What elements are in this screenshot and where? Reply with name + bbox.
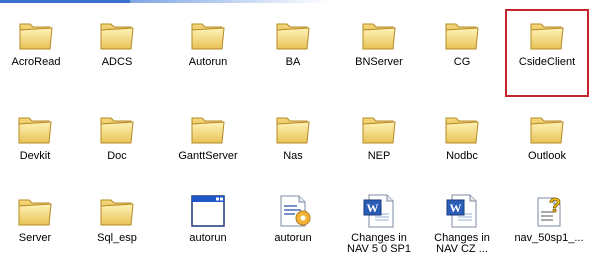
item-label: NEP — [367, 150, 391, 162]
item-label: Devkit — [19, 150, 51, 162]
window-top-strip — [0, 0, 130, 3]
item-label: autorun — [274, 232, 312, 244]
folder-icon — [359, 110, 399, 148]
folder-item-outlook[interactable]: Outlook — [504, 110, 589, 162]
file-item-changes-nav-5-0-sp1[interactable]: Changes in NAV 5 0 SP1 — [336, 192, 422, 255]
folder-icon — [15, 110, 55, 148]
item-label: Doc — [107, 150, 127, 162]
folder-item-sql-esp[interactable]: Sql_esp — [74, 192, 160, 244]
item-label: BNServer — [355, 56, 403, 68]
file-item-nav-50sp1[interactable]: nav_50sp1_... — [506, 192, 589, 244]
folder-item-cg[interactable]: CG — [419, 16, 505, 68]
setup-info-icon — [273, 192, 313, 230]
folder-icon — [273, 16, 313, 54]
folder-item-server[interactable]: Server — [0, 192, 78, 244]
folder-icon — [97, 110, 137, 148]
folder-item-autorun[interactable]: Autorun — [165, 16, 251, 68]
folder-item-devkit[interactable]: Devkit — [0, 110, 78, 162]
highlight-box — [505, 9, 589, 97]
folder-icon — [16, 16, 56, 54]
item-label: autorun — [189, 232, 227, 244]
folder-icon — [442, 16, 482, 54]
folder-icon — [15, 192, 55, 230]
folder-item-nodbc[interactable]: Nodbc — [419, 110, 505, 162]
folder-item-bnserver[interactable]: BNServer — [336, 16, 422, 68]
item-label: Server — [18, 232, 52, 244]
folder-icon — [527, 110, 567, 148]
folder-icon — [97, 192, 137, 230]
word-document-icon — [359, 192, 399, 230]
item-label: nav_50sp1_... — [514, 232, 584, 244]
item-label: BA — [285, 56, 301, 68]
folder-item-adcs[interactable]: ADCS — [74, 16, 160, 68]
folder-icon — [188, 16, 228, 54]
item-label: Nodbc — [446, 150, 478, 162]
item-label: Nas — [283, 150, 303, 162]
file-item-changes-nav-cz[interactable]: Changes in NAV CZ ... — [419, 192, 505, 255]
word-document-icon — [442, 192, 482, 230]
file-item-autorun-inf[interactable]: autorun — [250, 192, 336, 244]
item-label-line2: NAV 5 0 SP1 — [347, 243, 411, 255]
folder-icon — [97, 16, 137, 54]
item-label: AcroRead — [11, 56, 61, 68]
folder-icon — [188, 110, 228, 148]
file-item-autorun-exe[interactable]: autorun — [165, 192, 251, 244]
item-label: CG — [453, 56, 471, 68]
folder-item-nas[interactable]: Nas — [250, 110, 336, 162]
folder-icon — [359, 16, 399, 54]
item-label: Outlook — [528, 150, 566, 162]
folder-item-doc[interactable]: Doc — [74, 110, 160, 162]
folder-icon — [442, 110, 482, 148]
item-label: Sql_esp — [97, 232, 137, 244]
folder-item-nep[interactable]: NEP — [336, 110, 422, 162]
application-icon — [188, 192, 228, 230]
folder-icon — [273, 110, 313, 148]
help-file-icon — [529, 192, 569, 230]
item-label-line2: NAV CZ ... — [436, 243, 488, 255]
item-label: GanttServer — [178, 150, 238, 162]
window-top-strip-fade — [130, 0, 330, 3]
folder-item-acroread[interactable]: AcroRead — [0, 16, 79, 68]
folder-item-ganttserver[interactable]: GanttServer — [165, 110, 251, 162]
item-label: Autorun — [188, 56, 228, 68]
folder-item-ba[interactable]: BA — [250, 16, 336, 68]
item-label: ADCS — [101, 56, 133, 68]
